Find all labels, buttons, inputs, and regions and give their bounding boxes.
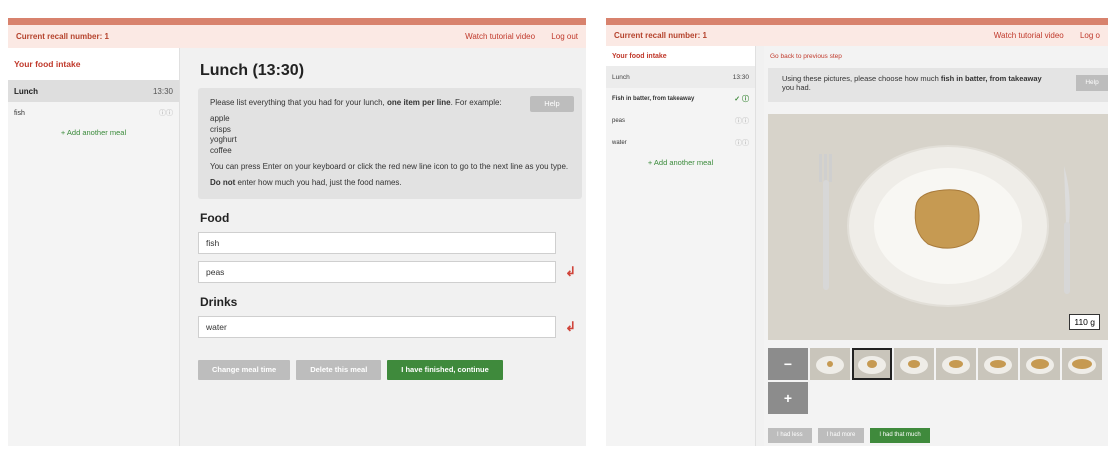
sidebar-food-item[interactable]: water ⓘⓘ bbox=[606, 132, 755, 154]
food-item-label: water bbox=[612, 140, 627, 146]
main-content: Lunch (13:30) Help Please list everythin… bbox=[188, 48, 586, 446]
food-item-label: fish bbox=[14, 109, 25, 117]
sidebar-meal[interactable]: Lunch 13:30 bbox=[8, 80, 179, 102]
sidebar-title: Your food intake bbox=[8, 48, 179, 80]
meal-name: Lunch bbox=[14, 86, 38, 96]
sidebar: Your food intake Lunch 13:30 fish ⓘⓘ + A… bbox=[8, 48, 180, 446]
portion-thumbnail[interactable] bbox=[1062, 348, 1102, 380]
weight-label: 110 g bbox=[1069, 314, 1100, 330]
tutorial-link[interactable]: Watch tutorial video bbox=[465, 32, 535, 41]
logout-link[interactable]: Log o bbox=[1080, 31, 1100, 40]
food-row: fish bbox=[198, 231, 578, 254]
example-item: yoghurt bbox=[210, 135, 237, 145]
sidebar-food-item[interactable]: peas ⓘⓘ bbox=[606, 110, 755, 132]
prompt-text: Using these pictures, please choose how … bbox=[782, 74, 941, 83]
add-meal-link[interactable]: + Add another meal bbox=[8, 128, 179, 137]
example-item: coffee bbox=[210, 145, 232, 155]
instructions-box: Help Please list everything that you had… bbox=[198, 88, 582, 199]
example-item: apple bbox=[210, 114, 230, 124]
recall-number: Current recall number: 1 bbox=[16, 32, 109, 41]
prompt-food: fish in batter, from takeaway bbox=[940, 74, 1042, 83]
portion-thumbnails: − + bbox=[768, 348, 1108, 414]
action-buttons: Change meal time Delete this meal I have… bbox=[198, 359, 576, 380]
recall-number: Current recall number: 1 bbox=[614, 31, 707, 40]
food-heading: Food bbox=[200, 210, 230, 225]
enter-note: You can press Enter on your keyboard or … bbox=[210, 161, 569, 171]
portion-thumbnail[interactable] bbox=[936, 348, 976, 380]
sidebar-food-item[interactable]: Fish in batter, from takeaway ✓ ⓘ bbox=[606, 88, 755, 110]
meal-time: 13:30 bbox=[732, 73, 749, 81]
help-button[interactable]: Help bbox=[530, 96, 574, 112]
had-less-button[interactable]: I had less bbox=[768, 428, 812, 443]
portion-prompt: Using these pictures, please choose how … bbox=[768, 68, 1108, 102]
donot-bold: Do not bbox=[210, 178, 236, 188]
portion-thumbnail[interactable] bbox=[894, 348, 934, 380]
drink-input[interactable]: water bbox=[198, 315, 556, 338]
food-list-screen: Current recall number: 1 Watch tutorial … bbox=[8, 18, 586, 446]
help-question-icon: ⓘⓘ bbox=[735, 140, 749, 147]
portion-size-screen: Current recall number: 1 Watch tutorial … bbox=[606, 18, 1108, 446]
sidebar-food-item[interactable]: fish ⓘⓘ bbox=[8, 102, 179, 124]
portion-buttons: I had less I had more I had that much bbox=[768, 428, 930, 443]
sidebar-title: Your food intake bbox=[606, 46, 755, 66]
drinks-heading: Drinks bbox=[200, 294, 238, 309]
new-line-icon[interactable]: ↲ bbox=[565, 264, 576, 280]
portion-thumbnail[interactable] bbox=[852, 348, 892, 380]
more-portion-icon[interactable]: + bbox=[768, 382, 808, 414]
sidebar-meal[interactable]: Lunch 13:30 bbox=[606, 66, 755, 88]
less-portion-icon[interactable]: − bbox=[768, 348, 808, 380]
food-input[interactable]: peas bbox=[198, 260, 556, 283]
portion-photo: 110 g bbox=[768, 114, 1108, 340]
portion-thumbnail[interactable] bbox=[810, 348, 850, 380]
back-link[interactable]: Go back to previous step bbox=[770, 53, 1102, 60]
food-input[interactable]: fish bbox=[198, 231, 556, 254]
topbar: Current recall number: 1 Watch tutorial … bbox=[8, 18, 586, 48]
main-content: Go back to previous step Using these pic… bbox=[764, 46, 1108, 446]
change-time-button[interactable]: Change meal time bbox=[198, 359, 291, 380]
intro-bold: one item per line bbox=[387, 98, 451, 107]
finished-button[interactable]: I have finished, continue bbox=[387, 359, 503, 380]
meal-time: 13:30 bbox=[152, 86, 173, 96]
food-item-label: Fish in batter, from takeaway bbox=[612, 96, 695, 102]
plate-photo bbox=[819, 145, 1070, 307]
page-title: Lunch (13:30) bbox=[200, 62, 305, 79]
topbar: Current recall number: 1 Watch tutorial … bbox=[606, 18, 1108, 46]
portion-thumbnail[interactable] bbox=[1020, 348, 1060, 380]
help-question-icon: ⓘⓘ bbox=[735, 118, 749, 125]
tutorial-link[interactable]: Watch tutorial video bbox=[994, 31, 1064, 40]
help-question-icon: ⓘⓘ bbox=[159, 110, 173, 117]
help-button[interactable]: Help bbox=[1076, 75, 1108, 91]
food-row: peas ↲ bbox=[198, 260, 578, 283]
meal-name: Lunch bbox=[612, 73, 630, 81]
add-meal-link[interactable]: + Add another meal bbox=[606, 158, 755, 167]
food-item-label: peas bbox=[612, 118, 626, 124]
sidebar: Your food intake Lunch 13:30 Fish in bat… bbox=[606, 46, 756, 446]
prompt-text-end: you had. bbox=[782, 83, 811, 92]
logout-link[interactable]: Log out bbox=[551, 32, 578, 41]
delete-meal-button[interactable]: Delete this meal bbox=[296, 359, 382, 380]
intro-text: Please list everything that you had for … bbox=[210, 98, 387, 107]
new-line-icon[interactable]: ↲ bbox=[565, 319, 576, 335]
had-that-much-button[interactable]: I had that much bbox=[870, 428, 930, 443]
portion-thumbnail[interactable] bbox=[978, 348, 1018, 380]
example-item: crisps bbox=[210, 124, 231, 134]
donot-text: enter how much you had, just the food na… bbox=[235, 178, 402, 188]
done-check-icon: ✓ ⓘ bbox=[734, 96, 749, 103]
had-more-button[interactable]: I had more bbox=[817, 428, 865, 443]
intro-text-end: . For example: bbox=[450, 98, 502, 107]
drink-row: water ↲ bbox=[198, 315, 578, 338]
